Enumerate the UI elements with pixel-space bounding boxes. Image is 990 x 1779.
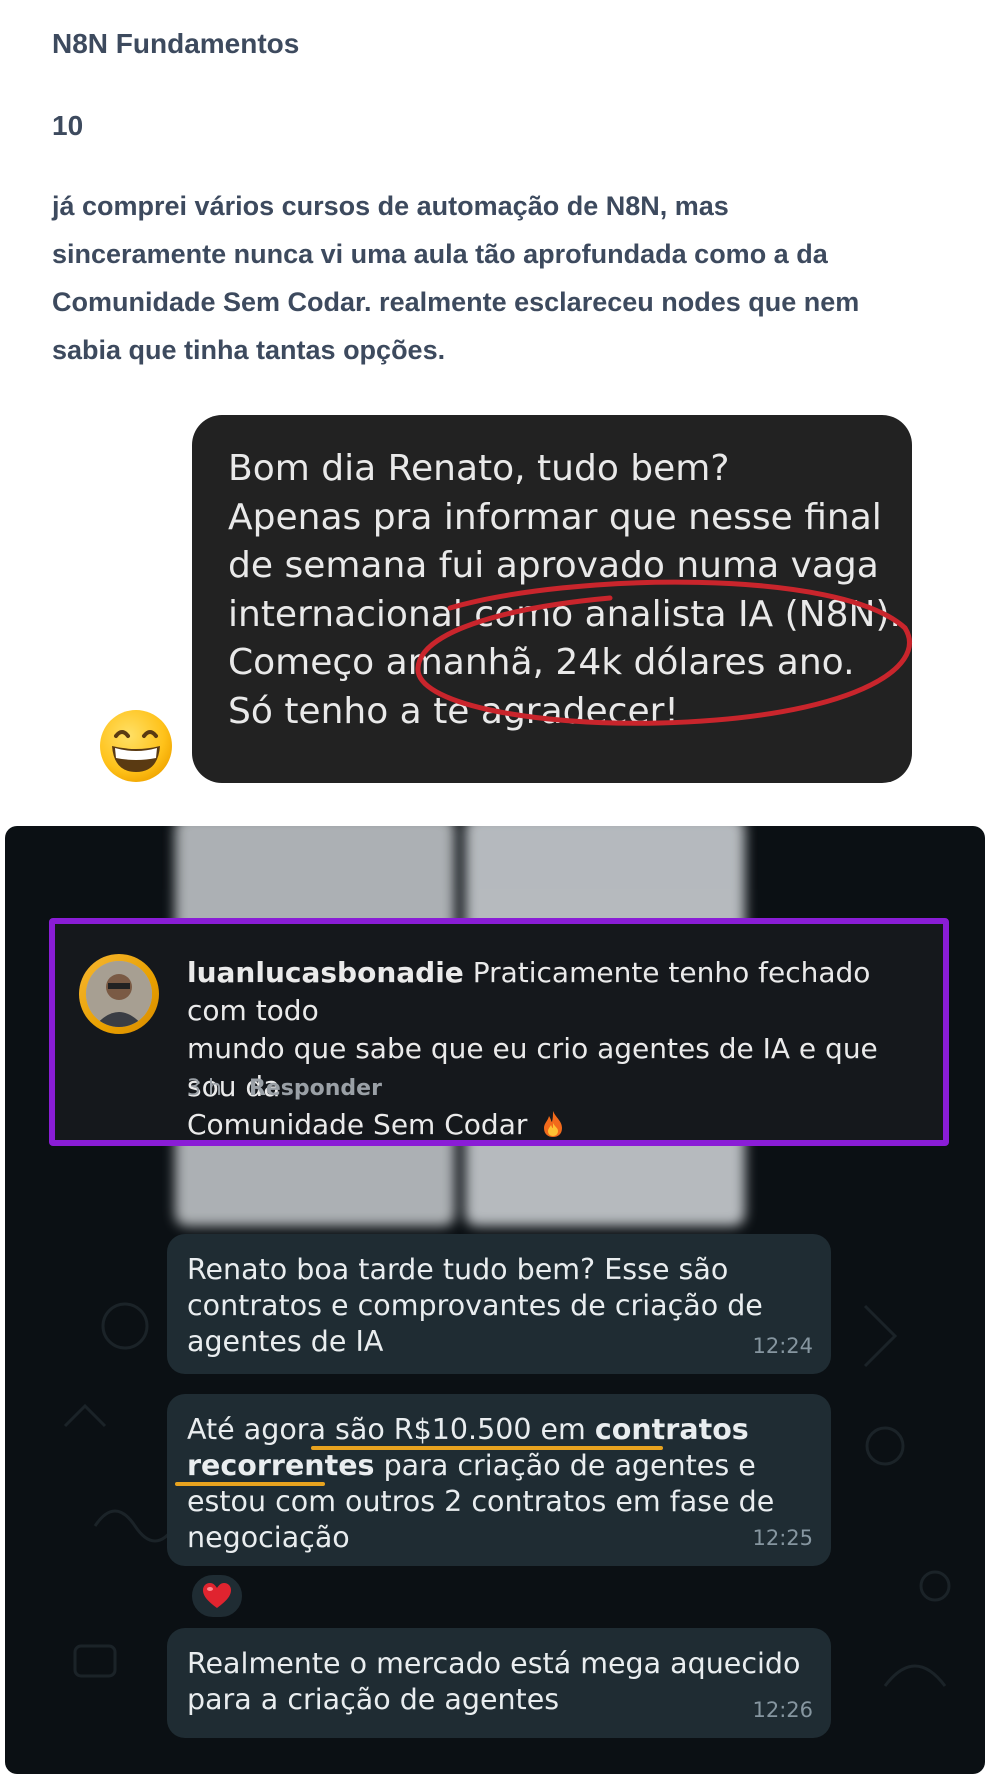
message-line: contratos e comprovantes de criação de — [187, 1289, 763, 1322]
comment-text-line: Comunidade Sem Codar — [187, 1108, 528, 1141]
message-line: negociação — [187, 1521, 350, 1554]
profile-photo — [86, 961, 152, 1027]
review-line: sabia que tinha tantas opções. — [52, 335, 446, 365]
highlighted-text: recorrentes — [187, 1449, 375, 1482]
review-rating: 10 — [52, 110, 84, 141]
avatar[interactable] — [79, 954, 159, 1034]
message-line: para a criação de agentes — [187, 1683, 560, 1716]
chat-message: Renato boa tarde tudo bem? Esse são cont… — [167, 1234, 831, 1374]
message-reaction[interactable] — [189, 1572, 245, 1620]
message-line: de semana fui aprovado numa vaga — [228, 545, 879, 586]
message-line: Apenas pra informar que nesse final — [228, 496, 882, 538]
message-line: estou com outros 2 contratos em fase de — [187, 1485, 775, 1518]
message-line: Realmente o mercado está mega aquecido — [187, 1647, 801, 1680]
message-bubble: Bom dia Renato, tudo bem? Apenas pra inf… — [192, 415, 912, 783]
comment-time: 3 h — [187, 1076, 222, 1101]
heart-icon — [203, 1583, 231, 1608]
message-line: Renato boa tarde tudo bem? Esse são — [187, 1253, 729, 1286]
review-line: Comunidade Sem Codar. realmente esclarec… — [52, 287, 860, 317]
message-time: 12:25 — [752, 1526, 813, 1550]
message-line: Só tenho a te agradecer! — [228, 690, 679, 732]
message-line: Começo amanhã, 24k dólares ano. — [228, 642, 855, 683]
message-line: Até agora são R$10.500 em contratos — [187, 1412, 811, 1448]
review-title: N8N Fundamentos — [52, 28, 300, 59]
highlighted-text: contratos — [594, 1413, 749, 1446]
orange-underline — [175, 1482, 325, 1486]
comment-username[interactable]: luanlucasbonadie — [187, 956, 464, 989]
reply-button[interactable]: Responder — [249, 1076, 382, 1101]
review-text: já comprei vários cursos de automação de… — [52, 182, 952, 374]
chat-message: Até agora são R$10.500 em contratos reco… — [167, 1394, 831, 1566]
orange-underline — [311, 1446, 663, 1450]
highlighted-comment: luanlucasbonadie Praticamente tenho fech… — [49, 918, 949, 1146]
message-line: agentes de IA — [187, 1325, 384, 1358]
message-line: internacional como analista IA (N8N). — [228, 593, 901, 635]
text-segment: Até agora — [187, 1413, 335, 1446]
message-time: 12:26 — [752, 1698, 813, 1722]
message-time: 12:24 — [752, 1334, 813, 1358]
chat-screenshot: luanlucasbonadie Praticamente tenho fech… — [5, 826, 985, 1774]
review-line: sinceramente nunca vi uma aula tão aprof… — [52, 239, 828, 269]
comment-meta: 3 h Responder — [187, 1076, 382, 1101]
grinning-face-emoji — [100, 710, 172, 782]
message-line: recorrentes para criação de agentes e — [187, 1448, 811, 1484]
highlighted-text: são R$10.500 em — [335, 1413, 595, 1446]
review-line: já comprei vários cursos de automação de… — [52, 191, 729, 221]
text-segment: para criação de agentes e — [374, 1449, 756, 1482]
message-line: Bom dia Renato, tudo bem? — [228, 448, 730, 489]
chat-message: Realmente o mercado está mega aquecido p… — [167, 1628, 831, 1738]
comment-text: luanlucasbonadie Praticamente tenho fech… — [187, 954, 927, 1144]
fire-icon — [544, 1111, 563, 1137]
